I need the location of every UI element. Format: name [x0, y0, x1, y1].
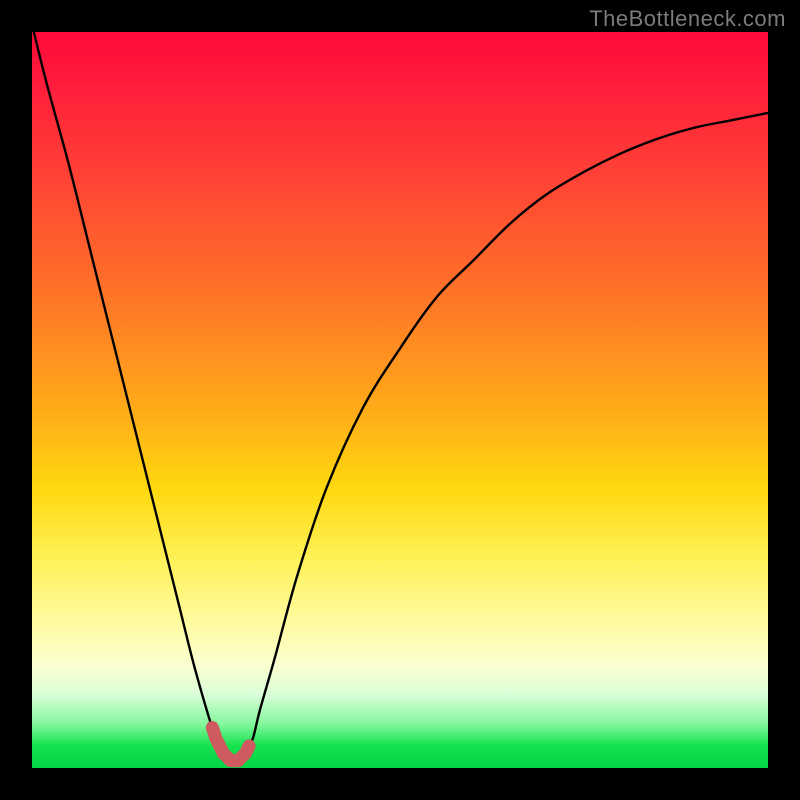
bottleneck-curve-thick-segment: [212, 728, 249, 761]
watermark-text: TheBottleneck.com: [589, 6, 786, 32]
chart-frame: TheBottleneck.com: [0, 0, 800, 800]
bottleneck-curve: [32, 25, 768, 762]
chart-curve-layer: [32, 32, 768, 768]
